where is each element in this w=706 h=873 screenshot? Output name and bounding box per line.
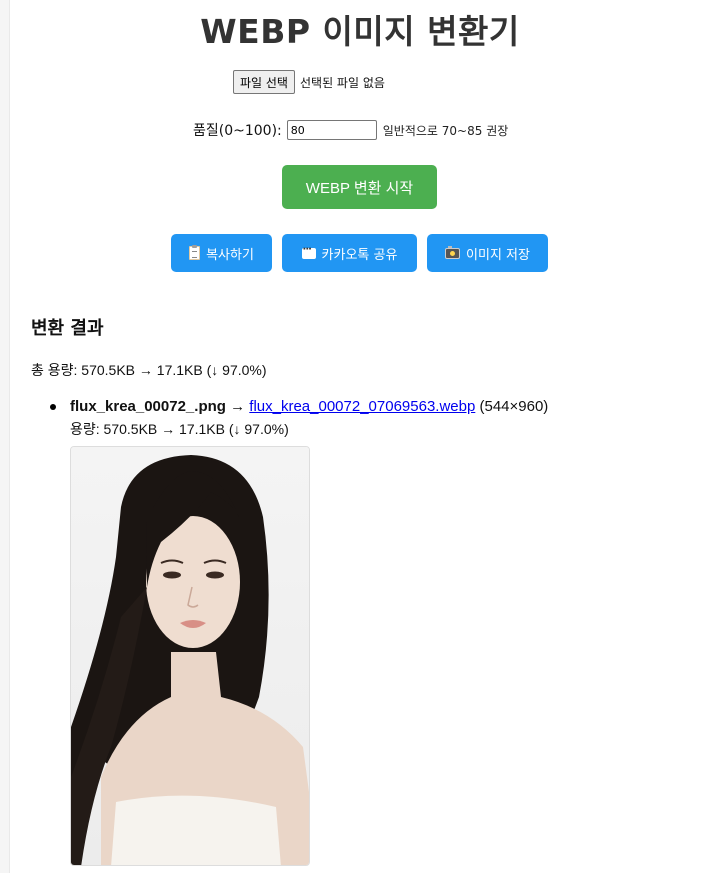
copy-button[interactable]: 복사하기 bbox=[171, 234, 272, 272]
source-file-name: flux_krea_00072_.png bbox=[70, 398, 226, 415]
quality-input[interactable] bbox=[286, 120, 377, 140]
page-title: WEBP 이미지 변환기 bbox=[200, 12, 520, 51]
quality-label: 품질(0~100): bbox=[193, 123, 282, 139]
file-picker: 파일 선택 선택된 파일 없음 bbox=[233, 70, 385, 94]
convert-button[interactable]: WEBP 변환 시작 bbox=[282, 165, 437, 209]
arrow-text: → bbox=[230, 398, 246, 415]
copy-button-label: 복사하기 bbox=[206, 247, 254, 263]
quality-hint: 일반적으로 70~85 권장 bbox=[382, 123, 509, 138]
clipboard-icon bbox=[189, 245, 201, 260]
image-dimensions: (544×960) bbox=[479, 398, 549, 415]
portrait-photo bbox=[71, 447, 309, 865]
output-file-link[interactable]: flux_krea_00072_07069563.webp bbox=[249, 398, 475, 415]
result-file-line: flux_krea_00072_.png → flux_krea_00072_0… bbox=[70, 398, 548, 415]
converted-image-preview bbox=[70, 446, 310, 866]
bullet-icon bbox=[50, 404, 56, 410]
save-image-button-label: 이미지 저장 bbox=[466, 247, 530, 263]
save-image-button[interactable]: 이미지 저장 bbox=[427, 234, 548, 272]
total-size-summary: 총 용량: 570.5KB → 17.1KB (↓ 97.0%) bbox=[31, 362, 267, 378]
file-size-summary: 용량: 570.5KB → 17.1KB (↓ 97.0%) bbox=[70, 421, 289, 437]
kakao-share-button[interactable]: 카카오톡 공유 bbox=[282, 234, 417, 272]
camera-icon bbox=[445, 245, 461, 259]
quality-row: 품질(0~100): 일반적으로 70~85 권장 bbox=[193, 120, 508, 140]
file-status-text: 선택된 파일 없음 bbox=[299, 75, 385, 90]
results-heading: 변환 결과 bbox=[31, 318, 104, 339]
choose-file-button[interactable]: 파일 선택 bbox=[233, 70, 295, 94]
left-border bbox=[0, 0, 10, 873]
speech-bubble-icon bbox=[301, 244, 316, 259]
kakao-share-button-label: 카카오톡 공유 bbox=[321, 247, 398, 263]
